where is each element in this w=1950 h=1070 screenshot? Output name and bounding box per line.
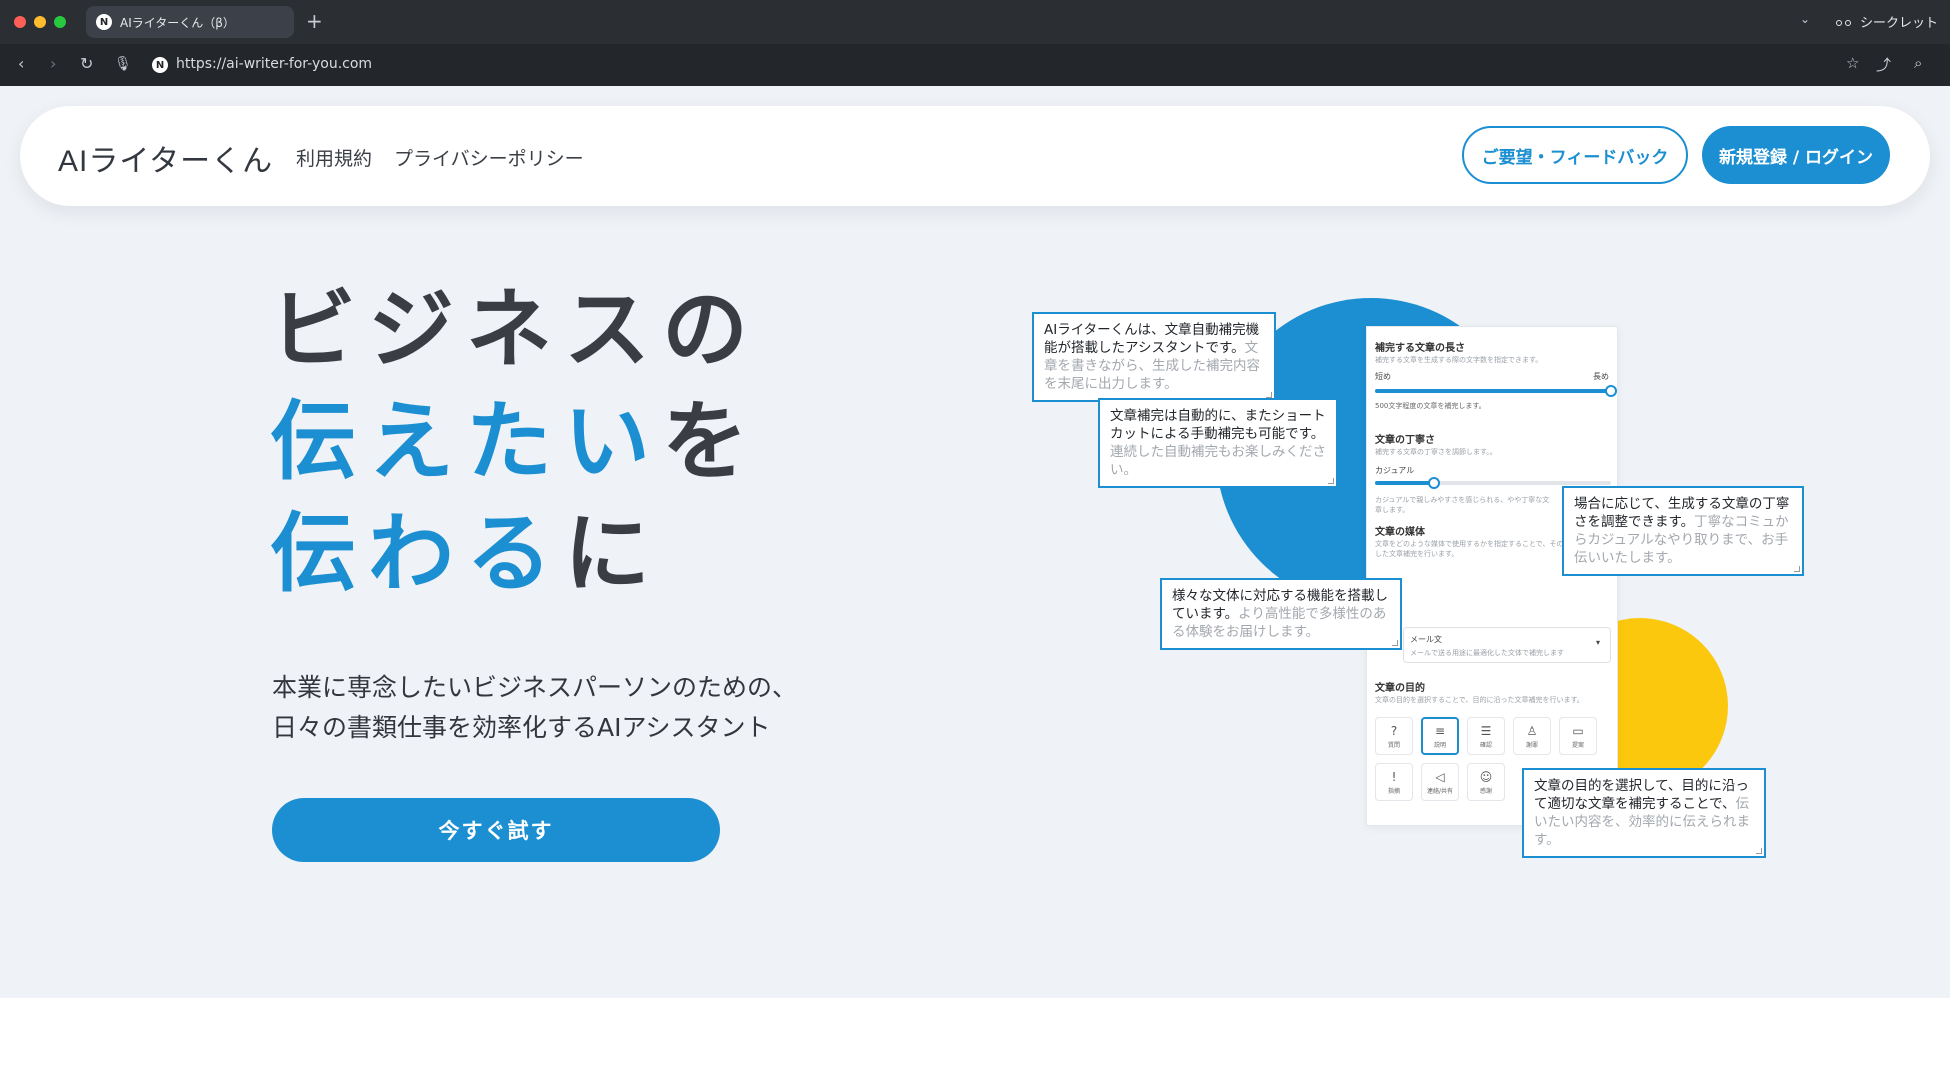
hero-highlight-tsutawaru: 伝わる: [270, 504, 564, 604]
tab-title: AIライターくん（β）: [120, 15, 235, 30]
nav-link-terms[interactable]: 利用規約: [296, 144, 372, 171]
hero-heading-line2: 伝えたいを: [270, 392, 760, 492]
politeness-slider-knob[interactable]: [1428, 477, 1440, 489]
share-link-icon[interactable]: ⤴: [1876, 54, 1891, 75]
purpose-label: 感謝: [1479, 787, 1492, 795]
proposal-icon: ▭: [1572, 723, 1584, 738]
purpose-label: 質問: [1387, 741, 1400, 749]
medium-title: 文章の媒体: [1375, 527, 1425, 538]
bow-icon: ♙: [1526, 723, 1538, 738]
medium-select[interactable]: メール文 メールで送る用途に最適化した文体で補完します ▾: [1403, 627, 1611, 663]
page-content: AIライターくん 利用規約 プライバシーポリシー ご要望・フィードバック 新規登…: [0, 86, 1950, 998]
question-icon: ?: [1390, 723, 1398, 738]
incognito-label: シークレット: [1860, 16, 1939, 31]
length-note: 500文字程度の文章を補完します。: [1375, 402, 1486, 410]
purpose-label: 確認: [1479, 741, 1492, 749]
url-text[interactable]: https://ai-writer-for-you.com: [176, 56, 372, 72]
close-window-button[interactable]: [14, 16, 26, 28]
politeness-title: 文章の丁寧さ: [1375, 435, 1435, 446]
purpose-label: 指摘: [1387, 787, 1400, 795]
hero-particle-wo: を: [662, 392, 760, 492]
purpose-description: 文章の目的を選択することで、目的に沿った文章補完を行います。: [1375, 696, 1584, 704]
callout-styles: 様々な文体に対応する機能を搭載しています。より高性能で多様性のある体験をお届けし…: [1160, 578, 1402, 650]
purpose-button-7[interactable]: ◁ 連絡/共有: [1421, 763, 1459, 801]
signup-login-button[interactable]: 新規登録 / ログイン: [1702, 126, 1890, 184]
forward-arrow-icon[interactable]: ›: [50, 54, 56, 74]
length-description: 補完する文章を生成する際の文字数を指定できます。: [1375, 356, 1543, 364]
try-now-button[interactable]: 今すぐ試す: [272, 798, 720, 862]
length-max-label: 長め: [1593, 372, 1609, 381]
politeness-note-line2: 章します。: [1375, 506, 1410, 514]
lens-search-icon[interactable]: ⌕: [1914, 54, 1922, 72]
document-icon: ≡: [1434, 723, 1446, 738]
purpose-button-1[interactable]: ? 質問: [1375, 717, 1413, 755]
incognito-icon: [1836, 15, 1852, 29]
purpose-button-5[interactable]: ▭ 提案: [1559, 717, 1597, 755]
length-slider-fill: [1375, 389, 1611, 393]
hero-particle-ni: に: [564, 504, 662, 604]
incognito-indicator[interactable]: シークレット: [1836, 12, 1938, 31]
medium-description-line2: した文章補完を行います。: [1375, 550, 1459, 558]
purpose-button-8[interactable]: ☺ 感謝: [1467, 763, 1505, 801]
microphone-icon[interactable]: 🎙︎: [114, 54, 132, 74]
purpose-label: 提案: [1571, 741, 1584, 749]
purpose-button-4[interactable]: ♙ 謝罪: [1513, 717, 1551, 755]
purpose-button-2[interactable]: ≡ 説明: [1421, 717, 1459, 755]
politeness-slider[interactable]: [1375, 477, 1611, 489]
bookmark-star-icon[interactable]: ☆: [1846, 54, 1859, 72]
length-title: 補完する文章の長さ: [1375, 343, 1465, 354]
medium-select-value: メール文: [1410, 635, 1442, 644]
purpose-label: 謝罪: [1525, 741, 1538, 749]
browser-tab[interactable]: N AIライターくん（β）: [86, 6, 294, 38]
confirm-icon: ☰: [1480, 723, 1492, 738]
purpose-title: 文章の目的: [1375, 683, 1425, 694]
smile-icon: ☺: [1479, 769, 1493, 784]
medium-description-line1: 文章をどのような媒体で使用するかを指定することで、その: [1375, 540, 1564, 548]
length-slider-knob[interactable]: [1605, 385, 1617, 397]
callout-purpose: 文章の目的を選択して、目的に沿って適切な文章を補完することで、伝いたい内容を、効…: [1522, 768, 1766, 858]
purpose-label: 説明: [1433, 741, 1446, 749]
maximize-window-button[interactable]: [54, 16, 66, 28]
callout-autocomplete-strong: 文章補完は自動的に、またショートカットによる手動補完も可能です。: [1110, 408, 1326, 442]
callout-politeness: 場合に応じて、生成する文章の丁寧さを調整できます。丁寧なコミュからカジュアルなや…: [1562, 486, 1804, 576]
select-caret-icon: ▾: [1596, 638, 1601, 647]
hero-highlight-tsutaetai: 伝えたい: [270, 392, 662, 492]
site-logo[interactable]: AIライターくん: [58, 136, 273, 180]
nav-link-privacy[interactable]: プライバシーポリシー: [394, 144, 584, 171]
length-min-label: 短め: [1375, 372, 1391, 381]
politeness-description: 補完する文章の丁寧さを調節します。。: [1375, 448, 1497, 456]
back-arrow-icon[interactable]: ‹: [18, 54, 24, 74]
length-slider[interactable]: [1375, 385, 1617, 397]
politeness-note-line1: カジュアルで親しみやすさを感じられる、やや丁寧な文: [1375, 496, 1550, 504]
minimize-window-button[interactable]: [34, 16, 46, 28]
politeness-label: カジュアル: [1375, 466, 1415, 475]
new-tab-plus-icon[interactable]: +: [306, 9, 323, 33]
reload-icon[interactable]: ↻: [80, 54, 93, 74]
purpose-label: 連絡/共有: [1426, 787, 1454, 795]
purpose-button-3[interactable]: ☰ 確認: [1467, 717, 1505, 755]
purpose-button-6[interactable]: ! 指摘: [1375, 763, 1413, 801]
hero-heading-line3: 伝わるに: [270, 504, 662, 604]
callout-purpose-strong: 文章の目的を選択して、目的に沿って適切な文章を補完することで、: [1534, 778, 1749, 812]
alert-icon: !: [1391, 769, 1397, 784]
site-header: AIライターくん 利用規約 プライバシーポリシー ご要望・フィードバック 新規登…: [20, 106, 1930, 206]
callout-autocomplete-dim: 連続した自動補完もお楽しみください。: [1110, 444, 1326, 478]
tab-list-chevron-icon[interactable]: ⌄: [1800, 12, 1810, 26]
settings-panel-preview: 補完する文章の長さ 補完する文章を生成する際の文字数を指定できます。 短め 長め…: [1366, 326, 1618, 826]
feedback-button[interactable]: ご要望・フィードバック: [1462, 126, 1688, 184]
site-favicon-icon: N: [152, 57, 168, 73]
address-bar: ‹ › ↻ 🎙︎ N https://ai-writer-for-you.com…: [0, 44, 1950, 86]
callout-intro: AIライターくんは、文章自動補完機能が搭載したアシスタントです。文章を書きながら…: [1032, 312, 1276, 402]
browser-tab-bar: N AIライターくん（β） + ⌄ シークレット: [0, 0, 1950, 44]
hero-subtitle-line1: 本業に専念したいビジネスパーソンのための、: [272, 673, 798, 702]
hero-heading-line1: ビジネスの: [270, 280, 760, 380]
politeness-slider-fill: [1375, 481, 1434, 485]
callout-autocomplete: 文章補完は自動的に、またショートカットによる手動補完も可能です。連続した自動補完…: [1098, 398, 1338, 488]
medium-select-description: メールで送る用途に最適化した文体で補完します: [1410, 649, 1564, 657]
callout-intro-strong: AIライターくんは、文章自動補完機能が搭載したアシスタントです。: [1044, 322, 1260, 356]
megaphone-icon: ◁: [1435, 769, 1445, 784]
hero-subtitle-line2: 日々の書類仕事を効率化するAIアシスタント: [272, 713, 771, 742]
favicon-icon: N: [96, 14, 112, 30]
